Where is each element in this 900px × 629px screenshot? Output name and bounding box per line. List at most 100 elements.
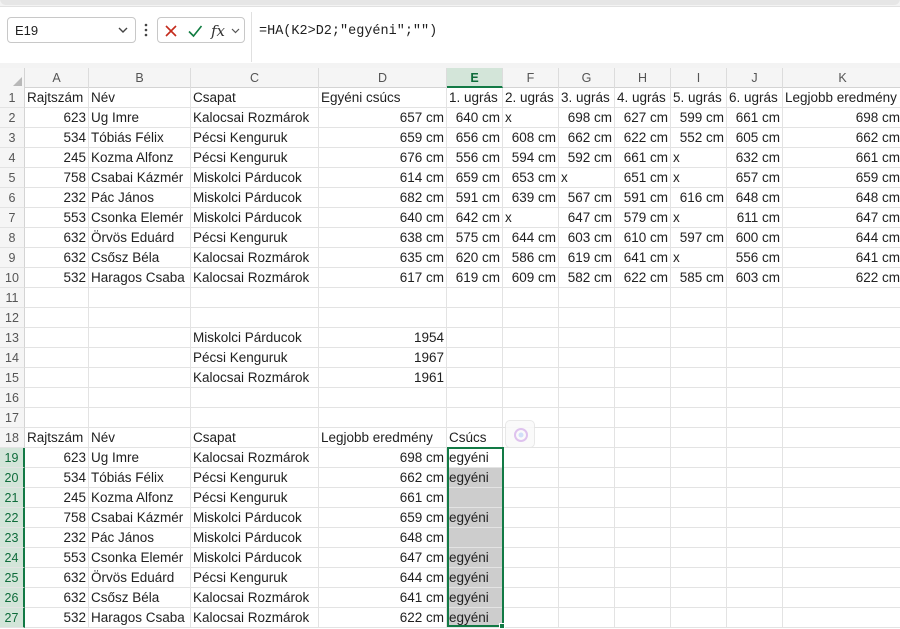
- cell-a10[interactable]: 532: [25, 268, 89, 288]
- row-header-6[interactable]: 6: [0, 188, 25, 208]
- row-header-1[interactable]: 1: [0, 88, 25, 108]
- cell-h7[interactable]: 579 cm: [615, 208, 671, 228]
- cell-e27[interactable]: egyéni: [447, 608, 503, 628]
- cell-b17[interactable]: [89, 408, 191, 428]
- column-header-j[interactable]: J: [727, 68, 783, 88]
- cell-g15[interactable]: [559, 368, 615, 388]
- row-header-27[interactable]: 27: [0, 608, 25, 628]
- cell-c15[interactable]: Kalocsai Rozmárok: [191, 368, 319, 388]
- cell-g7[interactable]: 647 cm: [559, 208, 615, 228]
- cell-g20[interactable]: [559, 468, 615, 488]
- cell-k22[interactable]: [783, 508, 900, 528]
- cell-a20[interactable]: 534: [25, 468, 89, 488]
- cell-c19[interactable]: Kalocsai Rozmárok: [191, 448, 319, 468]
- cell-h9[interactable]: 641 cm: [615, 248, 671, 268]
- cell-e1[interactable]: 1. ugrás: [447, 88, 503, 108]
- cell-i21[interactable]: [671, 488, 727, 508]
- cell-h22[interactable]: [615, 508, 671, 528]
- cell-j17[interactable]: [727, 408, 783, 428]
- column-header-k[interactable]: K: [783, 68, 900, 88]
- cell-f19[interactable]: [503, 448, 559, 468]
- cell-j26[interactable]: [727, 588, 783, 608]
- cell-h4[interactable]: 661 cm: [615, 148, 671, 168]
- cell-h3[interactable]: 622 cm: [615, 128, 671, 148]
- row-header-5[interactable]: 5: [0, 168, 25, 188]
- row-header-21[interactable]: 21: [0, 488, 25, 508]
- cell-h6[interactable]: 591 cm: [615, 188, 671, 208]
- cell-h15[interactable]: [615, 368, 671, 388]
- cell-c24[interactable]: Miskolci Párducok: [191, 548, 319, 568]
- cell-i17[interactable]: [671, 408, 727, 428]
- cell-f25[interactable]: [503, 568, 559, 588]
- fill-handle[interactable]: [499, 623, 505, 629]
- cell-i6[interactable]: 616 cm: [671, 188, 727, 208]
- insert-function-icon[interactable]: fx: [209, 21, 243, 41]
- cell-a25[interactable]: 632: [25, 568, 89, 588]
- cell-g8[interactable]: 603 cm: [559, 228, 615, 248]
- cell-f4[interactable]: 594 cm: [503, 148, 559, 168]
- cell-d10[interactable]: 617 cm: [319, 268, 447, 288]
- row-header-7[interactable]: 7: [0, 208, 25, 228]
- cell-g22[interactable]: [559, 508, 615, 528]
- cell-b4[interactable]: Kozma Alfonz: [89, 148, 191, 168]
- cell-h24[interactable]: [615, 548, 671, 568]
- cell-e20[interactable]: egyéni: [447, 468, 503, 488]
- cell-k18[interactable]: [783, 428, 900, 448]
- cell-a18[interactable]: Rajtszám: [25, 428, 89, 448]
- cell-j14[interactable]: [727, 348, 783, 368]
- cell-a24[interactable]: 553: [25, 548, 89, 568]
- cell-k19[interactable]: [783, 448, 900, 468]
- cell-f27[interactable]: [503, 608, 559, 628]
- cell-e8[interactable]: 575 cm: [447, 228, 503, 248]
- cell-g4[interactable]: 592 cm: [559, 148, 615, 168]
- cell-g25[interactable]: [559, 568, 615, 588]
- cell-c1[interactable]: Csapat: [191, 88, 319, 108]
- row-header-14[interactable]: 14: [0, 348, 25, 368]
- cell-c4[interactable]: Pécsi Kenguruk: [191, 148, 319, 168]
- cell-f3[interactable]: 608 cm: [503, 128, 559, 148]
- cell-h16[interactable]: [615, 388, 671, 408]
- cell-i11[interactable]: [671, 288, 727, 308]
- cell-d4[interactable]: 676 cm: [319, 148, 447, 168]
- cell-d16[interactable]: [319, 388, 447, 408]
- cell-d18[interactable]: Legjobb eredmény: [319, 428, 447, 448]
- cell-a14[interactable]: [25, 348, 89, 368]
- cell-d27[interactable]: 622 cm: [319, 608, 447, 628]
- cell-k17[interactable]: [783, 408, 900, 428]
- cell-b20[interactable]: Tóbiás Félix: [89, 468, 191, 488]
- cell-c22[interactable]: Miskolci Párducok: [191, 508, 319, 528]
- cell-e19[interactable]: egyéni: [447, 448, 503, 468]
- cell-c8[interactable]: Pécsi Kenguruk: [191, 228, 319, 248]
- cell-k4[interactable]: 661 cm: [783, 148, 900, 168]
- cell-e22[interactable]: egyéni: [447, 508, 503, 528]
- cell-a1[interactable]: Rajtszám: [25, 88, 89, 108]
- cell-j6[interactable]: 648 cm: [727, 188, 783, 208]
- column-header-d[interactable]: D: [319, 68, 447, 88]
- cell-h5[interactable]: 651 cm: [615, 168, 671, 188]
- column-header-h[interactable]: H: [615, 68, 671, 88]
- column-header-b[interactable]: B: [89, 68, 191, 88]
- cell-b23[interactable]: Pác János: [89, 528, 191, 548]
- enter-check-icon[interactable]: [185, 21, 205, 41]
- cell-k23[interactable]: [783, 528, 900, 548]
- cell-j1[interactable]: 6. ugrás: [727, 88, 783, 108]
- cell-e2[interactable]: 640 cm: [447, 108, 503, 128]
- cell-i14[interactable]: [671, 348, 727, 368]
- cell-b6[interactable]: Pác János: [89, 188, 191, 208]
- cell-e21[interactable]: [447, 488, 503, 508]
- cell-k20[interactable]: [783, 468, 900, 488]
- cell-c26[interactable]: Kalocsai Rozmárok: [191, 588, 319, 608]
- cell-j12[interactable]: [727, 308, 783, 328]
- cell-f26[interactable]: [503, 588, 559, 608]
- cell-g12[interactable]: [559, 308, 615, 328]
- column-header-c[interactable]: C: [191, 68, 319, 88]
- cell-k8[interactable]: 644 cm: [783, 228, 900, 248]
- cell-d22[interactable]: 659 cm: [319, 508, 447, 528]
- cell-f2[interactable]: x: [503, 108, 559, 128]
- cell-k16[interactable]: [783, 388, 900, 408]
- cell-b3[interactable]: Tóbiás Félix: [89, 128, 191, 148]
- cell-d19[interactable]: 698 cm: [319, 448, 447, 468]
- cell-e13[interactable]: [447, 328, 503, 348]
- row-header-25[interactable]: 25: [0, 568, 25, 588]
- cell-i8[interactable]: 597 cm: [671, 228, 727, 248]
